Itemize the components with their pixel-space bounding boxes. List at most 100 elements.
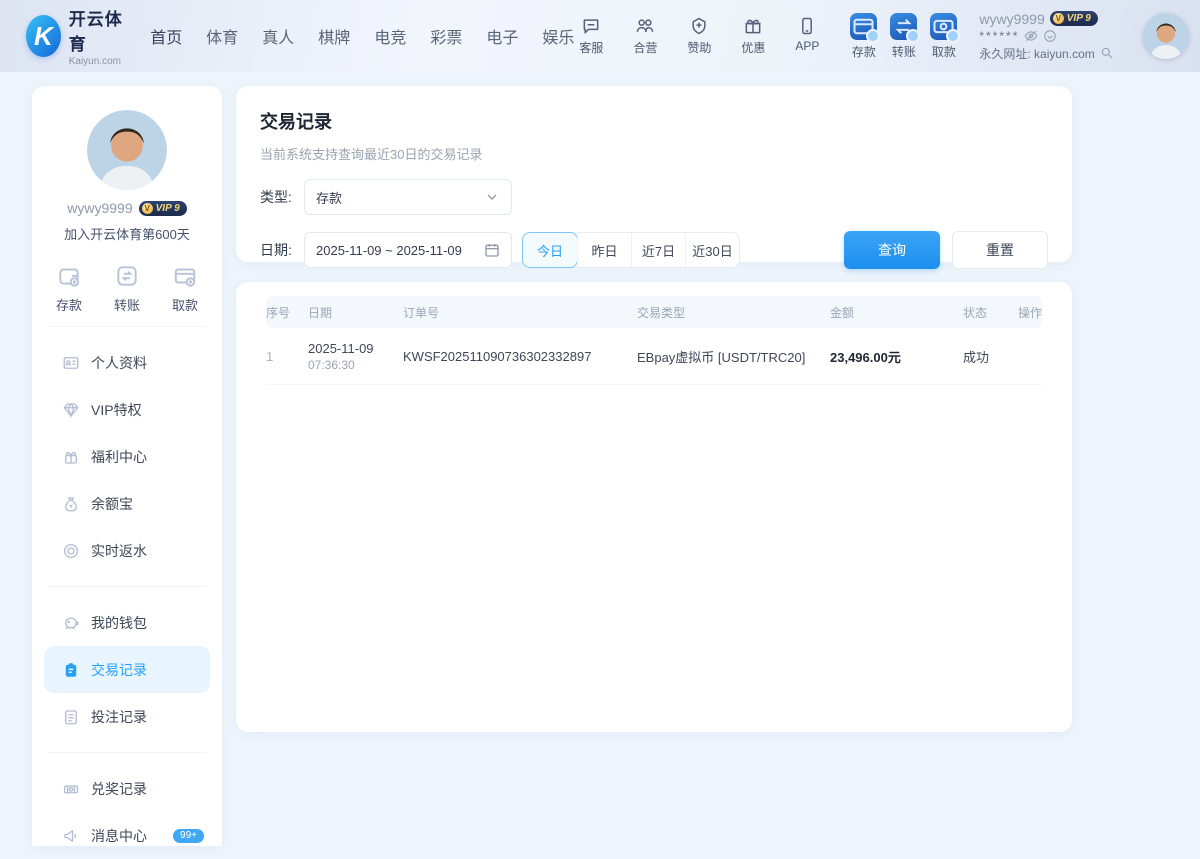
vip-badge: V VIP 9 (1049, 11, 1098, 26)
balance-mask: ****** (979, 28, 1020, 43)
column-header: 序号 (266, 305, 291, 320)
sidebar-item-welfare[interactable]: 福利中心 (32, 433, 222, 480)
sidebar-item-rebate[interactable]: 实时返水 (32, 527, 222, 574)
sidebar-item-label: 余额宝 (91, 495, 133, 512)
nav-item[interactable]: 首页 (150, 24, 182, 48)
money-bag-icon (62, 495, 80, 513)
sidebar-item-bet-record[interactable]: 投注记录 (32, 693, 222, 740)
brand-logo[interactable]: K 开云体育 Kaiyun.com (26, 5, 128, 67)
divider (48, 752, 206, 753)
sidebar-quick-actions: 存款 转账 取款 (32, 263, 222, 314)
wallet-tiles: 存款 转账 取款 (850, 12, 961, 60)
search-icon[interactable] (1100, 46, 1114, 60)
wallet-tile-transfer[interactable]: 转账 (890, 12, 921, 60)
sidebar-item-id-card[interactable]: 个人资料 (32, 339, 222, 386)
header-tool-gift[interactable]: 优惠 (736, 16, 770, 56)
reset-button[interactable]: 重置 (952, 231, 1048, 269)
nav-item[interactable]: 真人 (262, 24, 294, 48)
column-header: 交易类型 (637, 305, 686, 320)
nav-item[interactable]: 电子 (486, 24, 518, 48)
header-tool-phone[interactable]: APP (790, 16, 824, 53)
sidebar-item-label: 个人资料 (91, 354, 147, 371)
row-index: 1 (266, 348, 274, 364)
header-tool-partners[interactable]: 合营 (628, 16, 662, 56)
quick-range-button[interactable]: 今日 (522, 232, 578, 268)
vip-icon: V (141, 202, 153, 214)
nav-item[interactable]: 棋牌 (318, 24, 350, 48)
brand-domain: Kaiyun.com (68, 56, 121, 67)
sidebar-item-label: 福利中心 (91, 448, 147, 465)
user-block: wywy9999 V VIP 9 ****** 永久网址: kaiyun.com (979, 11, 1129, 62)
quick-action-wallet[interactable]: 存款 (56, 263, 82, 314)
search-button[interactable]: 查询 (844, 231, 940, 269)
quick-range-button[interactable]: 近30日 (685, 233, 739, 267)
nav-item[interactable]: 体育 (206, 24, 238, 48)
date-range-input[interactable]: 2025-11-09 ~ 2025-11-09 (304, 232, 512, 268)
quick-action-exchange[interactable]: 转账 (114, 263, 140, 314)
row-date-time: 07:36:30 (308, 357, 355, 372)
page-subtitle: 当前系统支持查询最近30日的交易记录 (260, 147, 483, 162)
wallet-tile-deposit[interactable]: 存款 (850, 12, 881, 60)
column-header: 订单号 (403, 305, 440, 320)
profile-vip-level: VIP 9 (155, 202, 180, 214)
header-tool-sponsor[interactable]: 赞助 (682, 16, 716, 56)
sidebar-item-label: 兑奖记录 (91, 780, 147, 797)
divider (48, 326, 206, 327)
wallet-tile-label: 转账 (891, 44, 916, 59)
sidebar-item-transaction[interactable]: 交易记录 (44, 646, 210, 693)
top-header: K 开云体育 Kaiyun.com 首页 体育 真人 棋牌 电竞 彩票 电子 娱乐 客服 合营 赞… (0, 0, 1200, 72)
id-card-icon (62, 354, 80, 372)
quick-range-button[interactable]: 昨日 (577, 233, 631, 267)
main-nav: 首页 体育 真人 棋牌 电竞 彩票 电子 娱乐 (150, 24, 574, 48)
nav-item[interactable]: 娱乐 (542, 24, 574, 48)
header-tool-label: 合营 (633, 41, 658, 55)
bet-record-icon (62, 708, 80, 726)
column-header: 操作 (1018, 305, 1043, 320)
profile-vip-badge: V VIP 9 (138, 200, 187, 216)
type-select[interactable]: 存款 (304, 179, 512, 215)
welfare-icon (62, 448, 80, 466)
calendar-icon (484, 242, 500, 258)
nav-item[interactable]: 电竞 (374, 24, 406, 48)
quick-range-button[interactable]: 近7日 (631, 233, 685, 267)
profile-username: wywy9999 (67, 200, 133, 216)
eye-off-icon[interactable] (1024, 29, 1038, 43)
table-row: 1 2025-11-09 07:36:30 KWSF20251109073630233… (266, 328, 1042, 385)
vip-level: VIP 9 (1066, 13, 1091, 24)
rebate-icon (62, 542, 80, 560)
user-avatar[interactable] (1143, 13, 1190, 59)
profile-avatar[interactable] (87, 110, 167, 190)
sidebar-item-piggy-bank[interactable]: 我的钱包 (32, 599, 222, 646)
quick-action-bank-card[interactable]: 取款 (172, 263, 198, 314)
column-header: 状态 (963, 305, 988, 320)
row-status: 成功 (963, 349, 990, 365)
refresh-circle-icon[interactable] (1043, 29, 1057, 43)
sidebar-item-prize[interactable]: 兑奖记录 (32, 765, 222, 812)
wallet-tile-label: 取款 (931, 44, 956, 59)
records-table-card: 序号 日期 订单号 交易类型 金额 状态 操作 1 2025-11-09 07:36:30 KWS… (236, 282, 1072, 732)
table-body: 1 2025-11-09 07:36:30 KWSF20251109073630233… (266, 328, 1042, 385)
sidebar-item-money-bag[interactable]: 余额宝 (32, 480, 222, 527)
header-tools: 客服 合营 赞助 优惠 APP (574, 16, 824, 56)
header-tool-label: 赞助 (687, 41, 712, 55)
username: wywy9999 (979, 10, 1045, 27)
header-tool-chat[interactable]: 客服 (574, 16, 608, 56)
exchange-icon (114, 263, 140, 289)
quick-action-label: 转账 (113, 298, 140, 313)
sidebar-item-label: 交易记录 (91, 661, 147, 678)
row-order-no: KWSF202511090736302332897 (403, 348, 592, 364)
sponsor-icon (689, 16, 709, 36)
sidebar: wywy9999 V VIP 9 加入开云体育第600天 存款 转账 取款 个人资料… (32, 86, 222, 846)
quick-range-group: 今日 昨日 近7日 近30日 (522, 232, 740, 268)
nav-item[interactable]: 彩票 (430, 24, 462, 48)
sidebar-item-gem[interactable]: VIP特权 (32, 386, 222, 433)
gift-icon (743, 16, 763, 36)
bank-card-icon (172, 263, 198, 289)
partners-icon (635, 16, 655, 36)
phone-icon (797, 16, 817, 36)
date-filter-label: 日期: (260, 242, 292, 258)
wallet-tile-withdraw[interactable]: 取款 (930, 12, 961, 60)
sidebar-item-label: 我的钱包 (91, 614, 147, 631)
quick-action-label: 取款 (171, 298, 198, 313)
row-amount: 23,496.00元 (830, 349, 901, 365)
